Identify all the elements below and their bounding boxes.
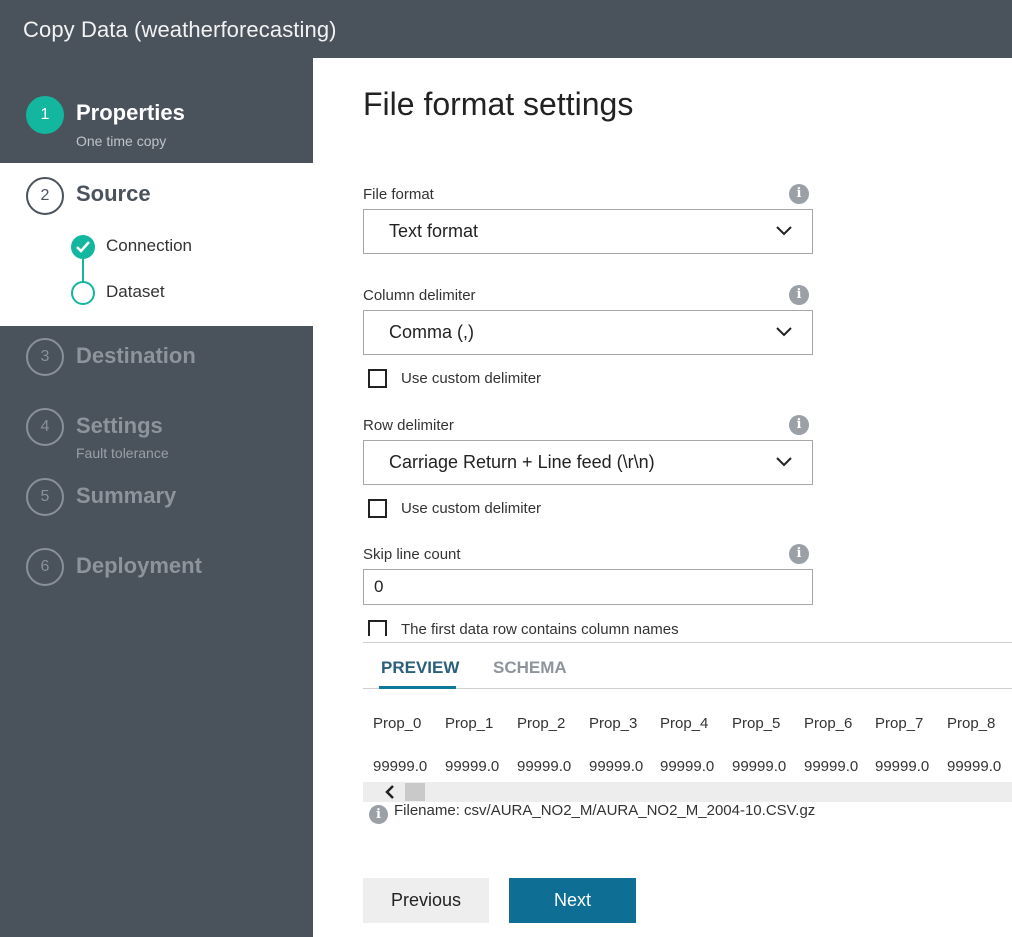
first-row-header-option[interactable]: The first data row contains column names xyxy=(368,620,1012,636)
chevron-down-icon xyxy=(776,226,792,236)
table-header-cell: Prop_5 xyxy=(732,715,781,732)
table-cell: 99999.0 xyxy=(589,758,644,775)
table-header-cell: Prop_8 xyxy=(947,715,996,732)
skip-line-count-value: 0 xyxy=(374,577,384,596)
row-delimiter-value: Carriage Return + Line feed (\r\n) xyxy=(389,452,655,472)
step-label: Source xyxy=(76,181,151,206)
page-title: File format settings xyxy=(363,86,634,122)
row-delimiter-select[interactable]: Carriage Return + Line feed (\r\n) xyxy=(363,440,813,485)
table-header-cell: Prop_2 xyxy=(517,715,566,732)
table-cell: 99999.0 xyxy=(517,758,572,775)
table-header-cell: Prop_1 xyxy=(445,715,494,732)
check-icon xyxy=(71,235,95,259)
filename-text: Filename: csv/AURA_NO2_M/AURA_NO2_M_2004… xyxy=(394,802,816,819)
step-label: Destination xyxy=(76,343,196,368)
table-cell: 99999.0 xyxy=(947,758,1002,775)
first-row-header-checkbox[interactable] xyxy=(368,620,387,636)
step-number: 3 xyxy=(26,338,64,376)
file-format-label: File format xyxy=(363,186,434,203)
step-settings[interactable]: 4 Settings Fault tolerance xyxy=(0,408,313,476)
step-sublabel: Fault tolerance xyxy=(76,445,169,461)
window-title: Copy Data (weatherforecasting) xyxy=(23,17,337,42)
step-summary[interactable]: 5 Summary xyxy=(0,478,313,546)
table-header-cell: Prop_6 xyxy=(804,715,853,732)
step-properties[interactable]: 1 Properties One time copy xyxy=(0,58,313,163)
substep-connection[interactable]: Connection xyxy=(106,236,192,256)
table-header-cell: Prop_0 xyxy=(373,715,422,732)
step-number: 6 xyxy=(26,548,64,586)
info-icon[interactable]: i xyxy=(789,415,809,435)
table-cell: 99999.0 xyxy=(445,758,500,775)
table-header-cell: Prop_3 xyxy=(589,715,638,732)
step-source[interactable]: 2 Source Connection Dataset xyxy=(0,163,313,326)
table-header-cell: Prop_4 xyxy=(660,715,709,732)
column-delimiter-select[interactable]: Comma (,) xyxy=(363,310,813,355)
preview-tabs: PREVIEW SCHEMA xyxy=(363,642,1012,689)
tab-schema[interactable]: SCHEMA xyxy=(493,658,567,678)
step-label: Settings xyxy=(76,413,163,438)
info-icon[interactable]: i xyxy=(789,285,809,305)
active-tab-indicator xyxy=(379,686,456,689)
table-cell: 99999.0 xyxy=(732,758,787,775)
preview-scrollbar[interactable] xyxy=(363,782,1012,802)
step-number: 1 xyxy=(26,96,64,134)
table-cell: 99999.0 xyxy=(804,758,859,775)
table-cell: 99999.0 xyxy=(660,758,715,775)
substep-ring-icon xyxy=(71,281,95,305)
table-header-cell: Prop_7 xyxy=(875,715,924,732)
table-cell: 99999.0 xyxy=(875,758,930,775)
column-delimiter-value: Comma (,) xyxy=(389,322,474,342)
step-number: 2 xyxy=(26,177,64,215)
info-icon[interactable]: i xyxy=(789,544,809,564)
substep-dataset[interactable]: Dataset xyxy=(106,282,165,302)
file-format-value: Text format xyxy=(389,221,479,241)
main-panel: File format settings File format i Text … xyxy=(313,58,1012,937)
info-icon[interactable]: i xyxy=(789,184,809,204)
column-delimiter-label: Column delimiter xyxy=(363,287,476,304)
chevron-left-icon[interactable] xyxy=(385,785,395,799)
checkbox-label: Use custom delimiter xyxy=(401,500,542,517)
checkbox-label: The first data row contains column names xyxy=(401,621,679,636)
file-format-select[interactable]: Text format xyxy=(363,209,813,254)
chevron-down-icon xyxy=(776,457,792,467)
next-button[interactable]: Next xyxy=(509,878,636,923)
step-number: 5 xyxy=(26,478,64,516)
skip-line-count-input[interactable]: 0 xyxy=(363,569,813,605)
info-icon: i xyxy=(369,805,388,824)
title-bar: Copy Data (weatherforecasting) xyxy=(0,0,1012,58)
step-label: Properties xyxy=(76,100,185,125)
filename-note: i Filename: csv/AURA_NO2_M/AURA_NO2_M_200… xyxy=(369,802,815,824)
tab-preview[interactable]: PREVIEW xyxy=(381,658,459,678)
step-label: Deployment xyxy=(76,553,202,578)
custom-row-delimiter-checkbox[interactable] xyxy=(368,499,387,518)
scrollbar-thumb[interactable] xyxy=(405,783,425,801)
previous-button[interactable]: Previous xyxy=(363,878,489,923)
step-deployment[interactable]: 6 Deployment xyxy=(0,548,313,616)
step-number: 4 xyxy=(26,408,64,446)
skip-line-count-label: Skip line count xyxy=(363,546,461,563)
checkbox-label: Use custom delimiter xyxy=(401,370,542,387)
custom-column-delimiter-checkbox[interactable] xyxy=(368,369,387,388)
chevron-down-icon xyxy=(776,327,792,337)
row-delimiter-label: Row delimiter xyxy=(363,417,454,434)
step-label: Summary xyxy=(76,483,177,508)
step-sublabel: One time copy xyxy=(76,133,167,149)
table-cell: 99999.0 xyxy=(373,758,428,775)
step-destination[interactable]: 3 Destination xyxy=(0,338,313,406)
